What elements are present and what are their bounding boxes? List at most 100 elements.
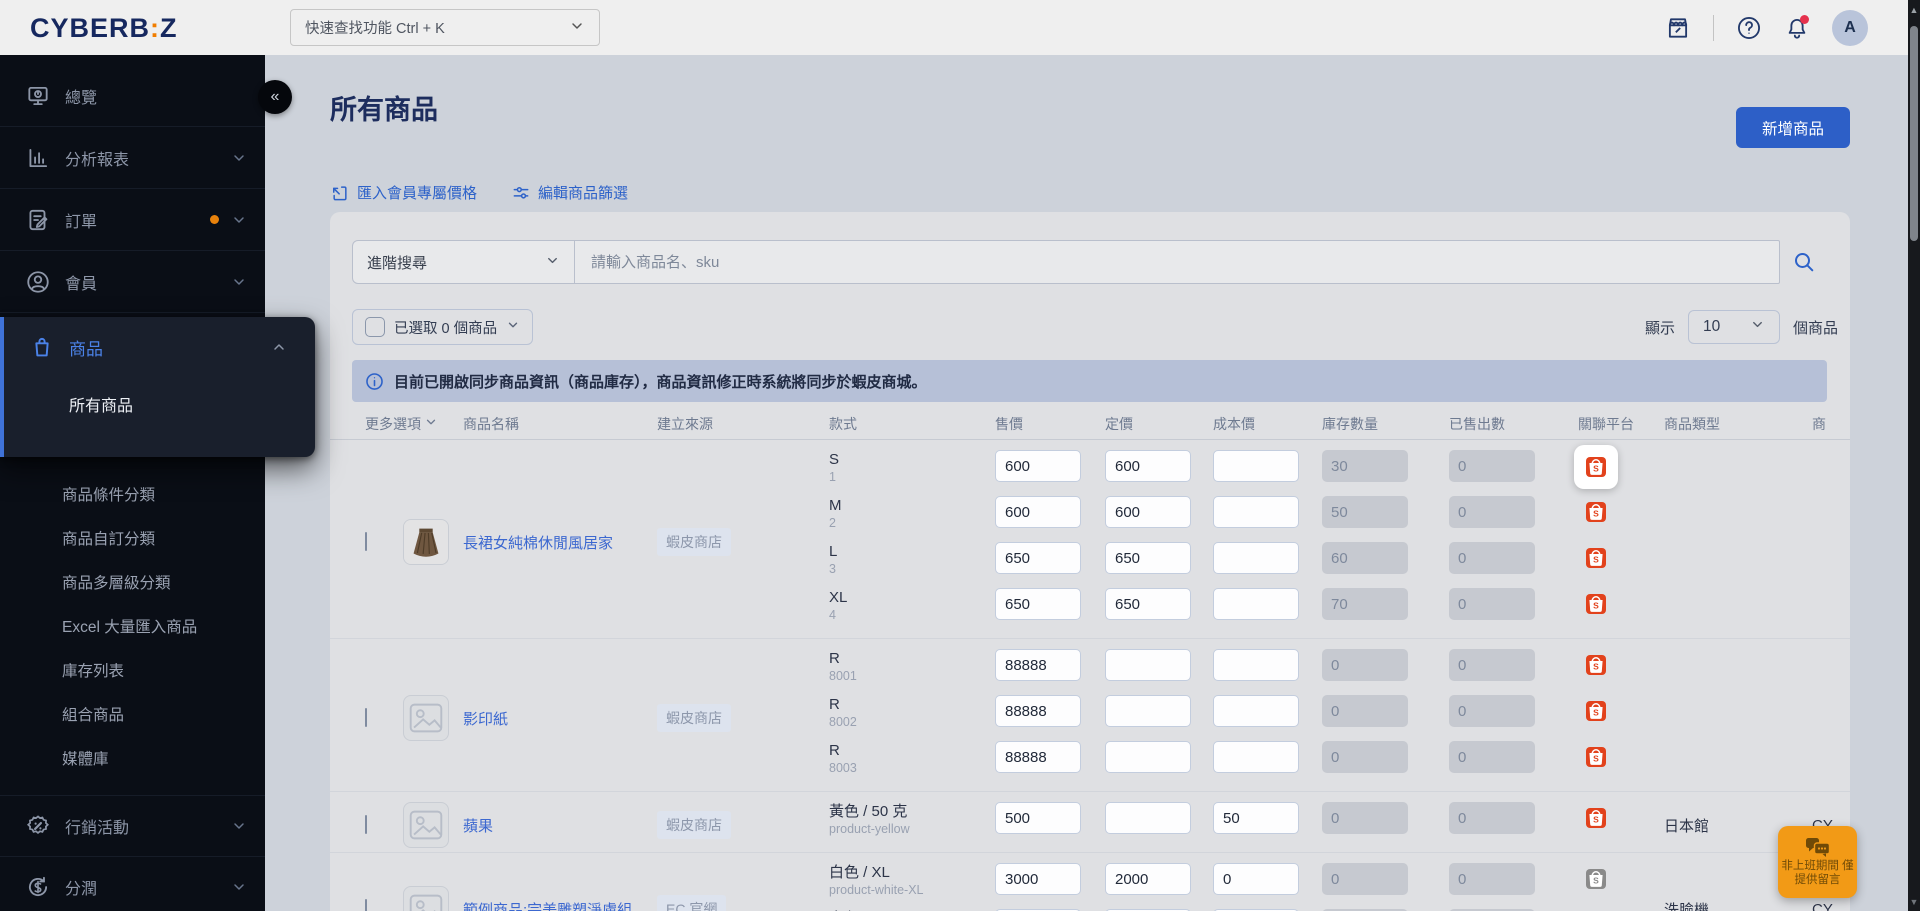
price-input[interactable] xyxy=(995,695,1081,727)
list-price-input[interactable] xyxy=(1105,450,1191,482)
sidebar-item-profit[interactable]: 分潤 xyxy=(0,857,265,911)
product-name-link[interactable]: 長裙女純棉休閒風居家 xyxy=(463,535,613,552)
shopee-icon[interactable]: S xyxy=(1586,655,1606,675)
column-header[interactable]: 商品類型 xyxy=(1664,414,1812,434)
row-checkbox[interactable] xyxy=(365,708,367,727)
column-header[interactable]: 售價 xyxy=(995,414,1105,434)
shopee-icon[interactable]: S xyxy=(1586,502,1606,522)
cost-input[interactable] xyxy=(1213,450,1299,482)
cost-input[interactable] xyxy=(1213,542,1299,574)
shopee-icon[interactable]: S xyxy=(1586,457,1606,477)
list-price-input[interactable] xyxy=(1105,863,1191,895)
list-price-input[interactable] xyxy=(1105,542,1191,574)
column-header[interactable]: 庫存數量 xyxy=(1322,414,1449,434)
avatar[interactable]: A xyxy=(1832,9,1868,46)
chevron-up-icon xyxy=(271,339,287,355)
shopee-icon[interactable]: S xyxy=(1586,808,1606,828)
column-header[interactable]: 更多選項 xyxy=(365,414,463,434)
sidebar-item-products[interactable]: 商品 xyxy=(4,317,315,377)
product-name-link[interactable]: 影印紙 xyxy=(463,711,508,728)
row-checkbox[interactable] xyxy=(365,815,367,834)
price-input[interactable] xyxy=(995,496,1081,528)
help-icon[interactable] xyxy=(1736,15,1762,41)
edit-product-filter-link[interactable]: 編輯商品篩選 xyxy=(511,182,628,203)
price-input[interactable] xyxy=(995,741,1081,773)
product-name-link[interactable]: 範例商品:完美雕塑淨膚組 xyxy=(463,902,632,911)
chat-bubbles-icon xyxy=(1805,838,1830,857)
cost-input[interactable] xyxy=(1213,802,1299,834)
sidebar-item-members[interactable]: 會員 xyxy=(0,251,265,313)
list-price-input[interactable] xyxy=(1105,802,1191,834)
row-checkbox[interactable] xyxy=(365,899,367,911)
price-input[interactable] xyxy=(995,863,1081,895)
column-header[interactable]: 成本價 xyxy=(1213,414,1322,434)
sidebar-item-overview[interactable]: 總覽 xyxy=(0,65,265,127)
column-header[interactable]: 款式 xyxy=(829,414,995,434)
list-price-input[interactable] xyxy=(1105,695,1191,727)
sidebar-subitem[interactable]: 商品多層級分類 xyxy=(0,562,265,606)
advanced-search-dropdown[interactable]: 進階搜尋 xyxy=(352,240,575,284)
import-member-price-link[interactable]: 匯入會員專屬價格 xyxy=(330,182,477,203)
price-input[interactable] xyxy=(995,649,1081,681)
sidebar-collapse-button[interactable]: « xyxy=(258,80,292,114)
sidebar-item-orders[interactable]: 訂單 xyxy=(0,189,265,251)
sold-input xyxy=(1449,450,1535,482)
support-chat-widget[interactable]: 非上班期間 僅提供留言 xyxy=(1778,826,1857,898)
row-checkbox[interactable] xyxy=(365,532,367,551)
scroll-up-arrow[interactable]: ▲ xyxy=(1908,5,1920,15)
sidebar-subitem[interactable]: 媒體庫 xyxy=(0,738,265,782)
list-price-input[interactable] xyxy=(1105,588,1191,620)
shopee-icon[interactable]: S xyxy=(1586,869,1606,889)
page-scrollbar[interactable]: ▲ ▼ xyxy=(1908,0,1920,911)
selected-products-dropdown[interactable]: 已選取 0 個商品 xyxy=(352,309,534,345)
list-price-input[interactable] xyxy=(1105,496,1191,528)
sidebar-subitem[interactable]: 商品自訂分類 xyxy=(0,518,265,562)
cost-input[interactable] xyxy=(1213,863,1299,895)
column-header[interactable]: 關聯平台 xyxy=(1578,414,1664,434)
price-input[interactable] xyxy=(995,802,1081,834)
cost-input[interactable] xyxy=(1213,649,1299,681)
column-header[interactable]: 定價 xyxy=(1105,414,1213,434)
cost-input[interactable] xyxy=(1213,695,1299,727)
sidebar-subitem[interactable]: Excel 大量匯入商品 xyxy=(0,606,265,650)
sidebar-item-all-products[interactable]: 所有商品 xyxy=(4,377,315,431)
shopee-icon[interactable]: S xyxy=(1586,548,1606,568)
shopee-icon[interactable]: S xyxy=(1586,701,1606,721)
cost-input-column xyxy=(1213,863,1322,911)
column-header[interactable]: 商品名稱 xyxy=(463,414,657,434)
sidebar-item-analytics[interactable]: 分析報表 xyxy=(0,127,265,189)
scrollbar-thumb[interactable] xyxy=(1910,26,1918,241)
column-header[interactable]: 已售出數 xyxy=(1449,414,1578,434)
sidebar-subitem[interactable]: 組合商品 xyxy=(0,694,265,738)
price-input[interactable] xyxy=(995,588,1081,620)
notifications-bell-icon[interactable] xyxy=(1784,14,1810,41)
platform-slot: S xyxy=(1578,802,1664,848)
sidebar-subitem[interactable]: 商品條件分類 xyxy=(0,474,265,518)
shopee-icon[interactable]: S xyxy=(1586,594,1606,614)
select-all-checkbox[interactable] xyxy=(365,317,385,337)
cost-input[interactable] xyxy=(1213,741,1299,773)
search-icon[interactable] xyxy=(1792,250,1816,274)
shopee-icon[interactable]: S xyxy=(1586,747,1606,767)
sidebar-subitem[interactable]: 庫存列表 xyxy=(0,650,265,694)
column-header[interactable]: 建立來源 xyxy=(657,414,829,434)
cost-input[interactable] xyxy=(1213,588,1299,620)
cost-input-column xyxy=(1213,649,1322,787)
add-product-button[interactable]: 新增商品 xyxy=(1735,107,1850,148)
product-search-input[interactable] xyxy=(575,240,1780,284)
cyberbiz-logo[interactable]: CYBERB:Z xyxy=(30,13,178,44)
storefront-icon[interactable] xyxy=(1665,15,1691,41)
quick-search-dropdown[interactable]: 快速查找功能 Ctrl + K xyxy=(290,9,600,46)
scroll-down-arrow[interactable]: ▼ xyxy=(1908,897,1920,907)
column-header-label: 成本價 xyxy=(1213,415,1255,432)
price-input[interactable] xyxy=(995,542,1081,574)
price-input[interactable] xyxy=(995,450,1081,482)
page-size-select[interactable]: 10 xyxy=(1687,310,1780,344)
cost-input[interactable] xyxy=(1213,496,1299,528)
list-price-input[interactable] xyxy=(1105,741,1191,773)
column-header[interactable]: 商 xyxy=(1812,414,1850,434)
sidebar-item-marketing[interactable]: 行銷活動 xyxy=(0,796,265,857)
list-price-input[interactable] xyxy=(1105,649,1191,681)
list-price-input-column xyxy=(1105,802,1213,848)
product-name-link[interactable]: 蘋果 xyxy=(463,818,493,835)
